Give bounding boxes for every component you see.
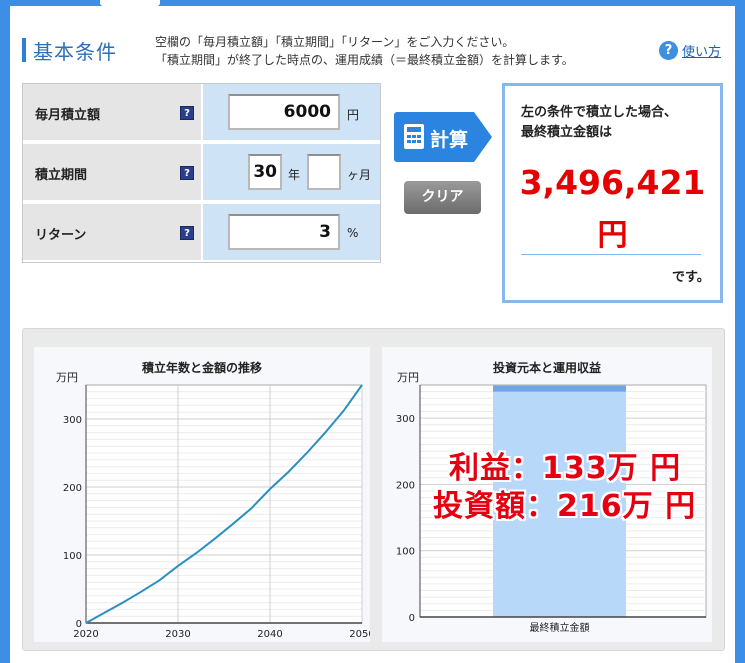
result-amount: 3,496,421 xyxy=(519,163,706,202)
return-help-icon[interactable]: ? xyxy=(180,226,194,240)
return-rate-input[interactable]: 3 xyxy=(228,214,340,250)
label-cell-return: リターン ? xyxy=(23,204,201,262)
y-tick-label: 100 xyxy=(396,547,415,558)
section-title: 基本条件 xyxy=(33,40,117,64)
y-tick-label: 0 xyxy=(76,619,82,630)
result-suffix: です。 xyxy=(672,270,710,285)
monthly-label: 毎月積立額 xyxy=(35,108,101,123)
monthly-unit: 円 xyxy=(347,108,360,122)
result-caption: 左の条件で積立した場合、 最終積立金額は xyxy=(521,103,677,143)
months-unit: ヶ月 xyxy=(347,168,372,182)
period-months-input[interactable] xyxy=(307,154,341,190)
y-tick-label: 300 xyxy=(63,415,82,426)
label-cell-monthly: 毎月積立額 ? xyxy=(23,84,201,142)
x-tick-label: 2040 xyxy=(257,629,282,640)
result-caption-line-2: 最終積立金額は xyxy=(521,125,613,140)
monthly-amount-input[interactable]: 6000 xyxy=(228,94,340,130)
period-years-input[interactable]: 30 xyxy=(248,154,282,190)
y-tick-label: 200 xyxy=(63,483,82,494)
frame-right xyxy=(735,0,745,663)
monthly-help-icon[interactable]: ? xyxy=(180,106,194,120)
return-unit: % xyxy=(347,226,359,240)
title-accent-bar xyxy=(22,38,26,62)
period-label: 積立期間 xyxy=(35,168,88,183)
chart-area: 積立年数と金額の推移 万円 20202030204020500100200300… xyxy=(22,328,725,651)
y-tick-label: 0 xyxy=(409,613,415,624)
return-label: リターン xyxy=(35,228,87,243)
result-caption-line-1: 左の条件で積立した場合、 xyxy=(521,105,678,120)
row-monthly: 毎月積立額 ? 6000 円 xyxy=(23,84,380,142)
value-cell-return: 3 % xyxy=(203,204,380,262)
value-cell-period: 30 年 ヶ月 xyxy=(203,144,380,202)
description-line-2: 「積立期間」が終了した時点の、運用成績（＝最終積立金額）を計算します。 xyxy=(155,53,574,67)
bar-chart-panel: 投資元本と運用収益 万円 0 100 200 300 最終積立金額 利益：133万 円 … xyxy=(382,347,712,642)
y-tick-label: 100 xyxy=(63,551,82,562)
value-cell-monthly: 6000 円 xyxy=(203,84,380,142)
frame-left xyxy=(0,0,10,663)
category-label: 最終積立金額 xyxy=(530,621,590,634)
input-form: 毎月積立額 ? 6000 円 積立期間 ? 30 年 ヶ月 リターン ? 3 % xyxy=(22,83,381,263)
x-tick-label: 2030 xyxy=(165,629,190,640)
question-icon: ? xyxy=(659,41,678,60)
investment-annotation: 投資額：216万 円 xyxy=(433,489,697,524)
x-tick-label: 2020 xyxy=(73,629,98,640)
help-link-label[interactable]: 使い方 xyxy=(682,41,721,60)
result-divider xyxy=(521,254,701,255)
row-return: リターン ? 3 % xyxy=(23,204,380,262)
y-tick-label: 200 xyxy=(396,480,415,491)
period-help-icon[interactable]: ? xyxy=(180,166,194,180)
line-chart-panel: 積立年数と金額の推移 万円 20202030204020500100200300 xyxy=(34,347,370,642)
result-currency: 円 xyxy=(597,218,628,253)
description: 空欄の「毎月積立額」「積立期間」「リターン」をご入力ください。 「積立期間」が終… xyxy=(155,33,574,69)
row-period: 積立期間 ? 30 年 ヶ月 xyxy=(23,144,380,202)
description-line-1: 空欄の「毎月積立額」「積立期間」「リターン」をご入力ください。 xyxy=(155,35,515,49)
label-cell-period: 積立期間 ? xyxy=(23,144,201,202)
calculate-button-label: 計算 xyxy=(430,129,469,151)
years-unit: 年 xyxy=(288,168,301,182)
clear-button[interactable]: クリア xyxy=(404,181,481,214)
help-link[interactable]: ? 使い方 xyxy=(659,41,721,60)
line-plot-area xyxy=(85,384,363,624)
y-tick-label: 300 xyxy=(396,414,415,425)
bar-cap xyxy=(493,385,626,392)
calculator-icon xyxy=(404,124,424,149)
x-tick-label: 2050 xyxy=(349,629,370,640)
calculate-button-arrow xyxy=(474,112,492,162)
calculate-button[interactable]: 計算 xyxy=(394,112,492,162)
line-chart: 2020 2030 2040 2050 0 100 200 300 xyxy=(63,384,370,640)
result-panel: 左の条件で積立した場合、 最終積立金額は 3,496,421 円 です。 xyxy=(502,83,723,303)
